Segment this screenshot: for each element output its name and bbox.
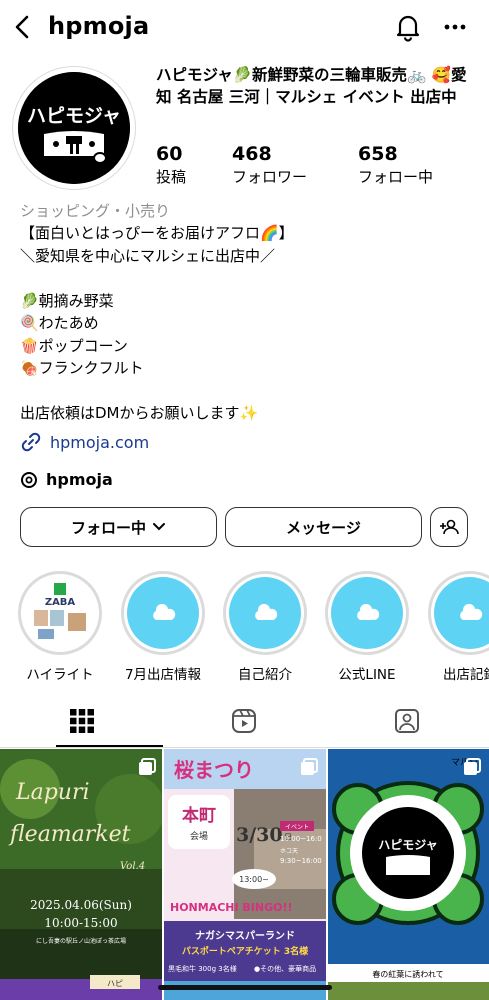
highlight-item[interactable]: 出店記録 bbox=[428, 571, 489, 683]
threads-label: hpmoja bbox=[46, 470, 113, 489]
tab-divider bbox=[0, 747, 489, 748]
cloud-icon bbox=[460, 604, 483, 620]
svg-text:イベント: イベント bbox=[285, 824, 309, 831]
following-button-label: フォロー中 bbox=[70, 518, 146, 537]
svg-text:Vol.4: Vol.4 bbox=[120, 861, 145, 872]
svg-text:にし吾妻の駅丘ノ山池ぽっ茶広場: にし吾妻の駅丘ノ山池ぽっ茶広場 bbox=[36, 937, 126, 945]
svg-text:ハピ: ハピ bbox=[107, 979, 123, 988]
svg-text:HONMACHI BINGO!!: HONMACHI BINGO!! bbox=[170, 901, 293, 914]
svg-text:10:00~16:0: 10:00~16:0 bbox=[280, 835, 322, 843]
add-person-icon bbox=[440, 519, 459, 535]
highlight-item[interactable]: 7月出店情報 bbox=[121, 571, 205, 683]
username-title: hpmoja bbox=[48, 12, 150, 40]
stat-followers[interactable]: 468 フォロワー bbox=[232, 142, 307, 188]
message-button[interactable]: メッセージ bbox=[225, 507, 422, 547]
bell-icon[interactable] bbox=[393, 12, 423, 42]
highlight-item[interactable]: ZABA ハイライト bbox=[18, 571, 102, 683]
highlight-cover: ZABA bbox=[24, 577, 96, 649]
post-image: 桜まつり 本町 会場 3/30 日 イベント 10:00~16:0 ホコ天 9:… bbox=[164, 749, 326, 1000]
avatar[interactable]: ハピモジャ bbox=[18, 72, 130, 184]
message-button-label: メッセージ bbox=[286, 518, 361, 537]
svg-text:Lapuri: Lapuri bbox=[15, 780, 90, 805]
stat-posts[interactable]: 60 投稿 bbox=[156, 142, 186, 188]
grid-icon[interactable] bbox=[69, 708, 95, 734]
svg-text:10:00-15:00: 10:00-15:00 bbox=[44, 916, 117, 930]
link-icon bbox=[21, 432, 41, 452]
cloud-icon bbox=[255, 604, 278, 620]
threads-badge[interactable]: hpmoja bbox=[20, 470, 113, 489]
reels-icon[interactable] bbox=[231, 708, 257, 734]
cloud-icon bbox=[153, 604, 176, 620]
svg-text:ハピモジャ: ハピモジャ bbox=[378, 838, 437, 852]
website-link[interactable]: hpmoja.com bbox=[20, 431, 149, 453]
multi-image-icon bbox=[139, 758, 156, 775]
svg-text:本町: 本町 bbox=[182, 805, 216, 826]
tagged-icon[interactable] bbox=[394, 708, 420, 734]
post-thumbnail[interactable]: ハピモジャ マルシ 春の紅葉に誘われて bbox=[328, 749, 489, 1000]
svg-text:春の紅葉に誘われて: 春の紅葉に誘われて bbox=[372, 969, 443, 979]
svg-text:黒毛和牛 300g 3名様: 黒毛和牛 300g 3名様 bbox=[168, 964, 237, 973]
svg-text:桜まつり: 桜まつり bbox=[174, 758, 254, 782]
svg-text:3/30: 3/30 bbox=[236, 824, 283, 846]
post-image: ハピモジャ マルシ 春の紅葉に誘われて bbox=[328, 749, 489, 1000]
chevron-left-icon[interactable] bbox=[10, 14, 36, 40]
cloud-icon bbox=[357, 604, 380, 620]
svg-text:パスポートペアチケット 3名様: パスポートペアチケット 3名様 bbox=[182, 945, 309, 957]
svg-text:ホコ天: ホコ天 bbox=[280, 848, 298, 855]
display-name: ハピモジャ🥬新鮮野菜の三輪車販売🚲 🥰愛知 名古屋 三河｜マルシェ イベント 出… bbox=[156, 66, 467, 106]
suggested-users-button[interactable] bbox=[430, 507, 468, 547]
post-thumbnail[interactable]: 桜まつり 本町 会場 3/30 日 イベント 10:00~16:0 ホコ天 9:… bbox=[164, 749, 326, 1000]
multi-image-icon bbox=[464, 758, 481, 775]
bio-text: 【面白いとはっぴーをお届けアフロ🌈】 ＼愛知県を中心にマルシェに出店中／ 🥬朝摘… bbox=[20, 224, 294, 422]
chevron-down-icon bbox=[153, 523, 165, 531]
post-image: Lapuri fleamarket Vol.4 2025.04.06(Sun) … bbox=[0, 749, 162, 1000]
avatar-logo: ハピモジャ bbox=[18, 72, 130, 184]
category-label: ショッピング・小売り bbox=[20, 202, 171, 220]
svg-text:会場: 会場 bbox=[190, 830, 208, 842]
svg-text:●その他、豪華商品: ●その他、豪華商品 bbox=[254, 964, 316, 973]
multi-image-icon bbox=[301, 758, 318, 775]
svg-text:2025.04.06(Sun): 2025.04.06(Sun) bbox=[30, 898, 132, 912]
more-horizontal-icon[interactable] bbox=[440, 16, 470, 38]
svg-text:ハピモジャ: ハピモジャ bbox=[27, 105, 121, 127]
following-button[interactable]: フォロー中 bbox=[20, 507, 217, 547]
highlight-item[interactable]: 自己紹介 bbox=[223, 571, 307, 683]
svg-text:13:00~: 13:00~ bbox=[239, 875, 269, 884]
svg-text:ZABA: ZABA bbox=[45, 597, 76, 608]
svg-text:9:30~16:00: 9:30~16:00 bbox=[280, 857, 322, 865]
highlight-item[interactable]: 公式LINE bbox=[325, 571, 409, 683]
post-thumbnail[interactable]: Lapuri fleamarket Vol.4 2025.04.06(Sun) … bbox=[0, 749, 162, 1000]
website-link-label: hpmoja.com bbox=[50, 432, 150, 452]
home-indicator[interactable] bbox=[158, 985, 332, 990]
svg-text:ナガシマスパーランド: ナガシマスパーランド bbox=[195, 929, 295, 942]
threads-icon bbox=[21, 471, 37, 488]
svg-text:fleamarket: fleamarket bbox=[8, 822, 131, 847]
stat-following[interactable]: 658 フォロー中 bbox=[358, 142, 433, 188]
